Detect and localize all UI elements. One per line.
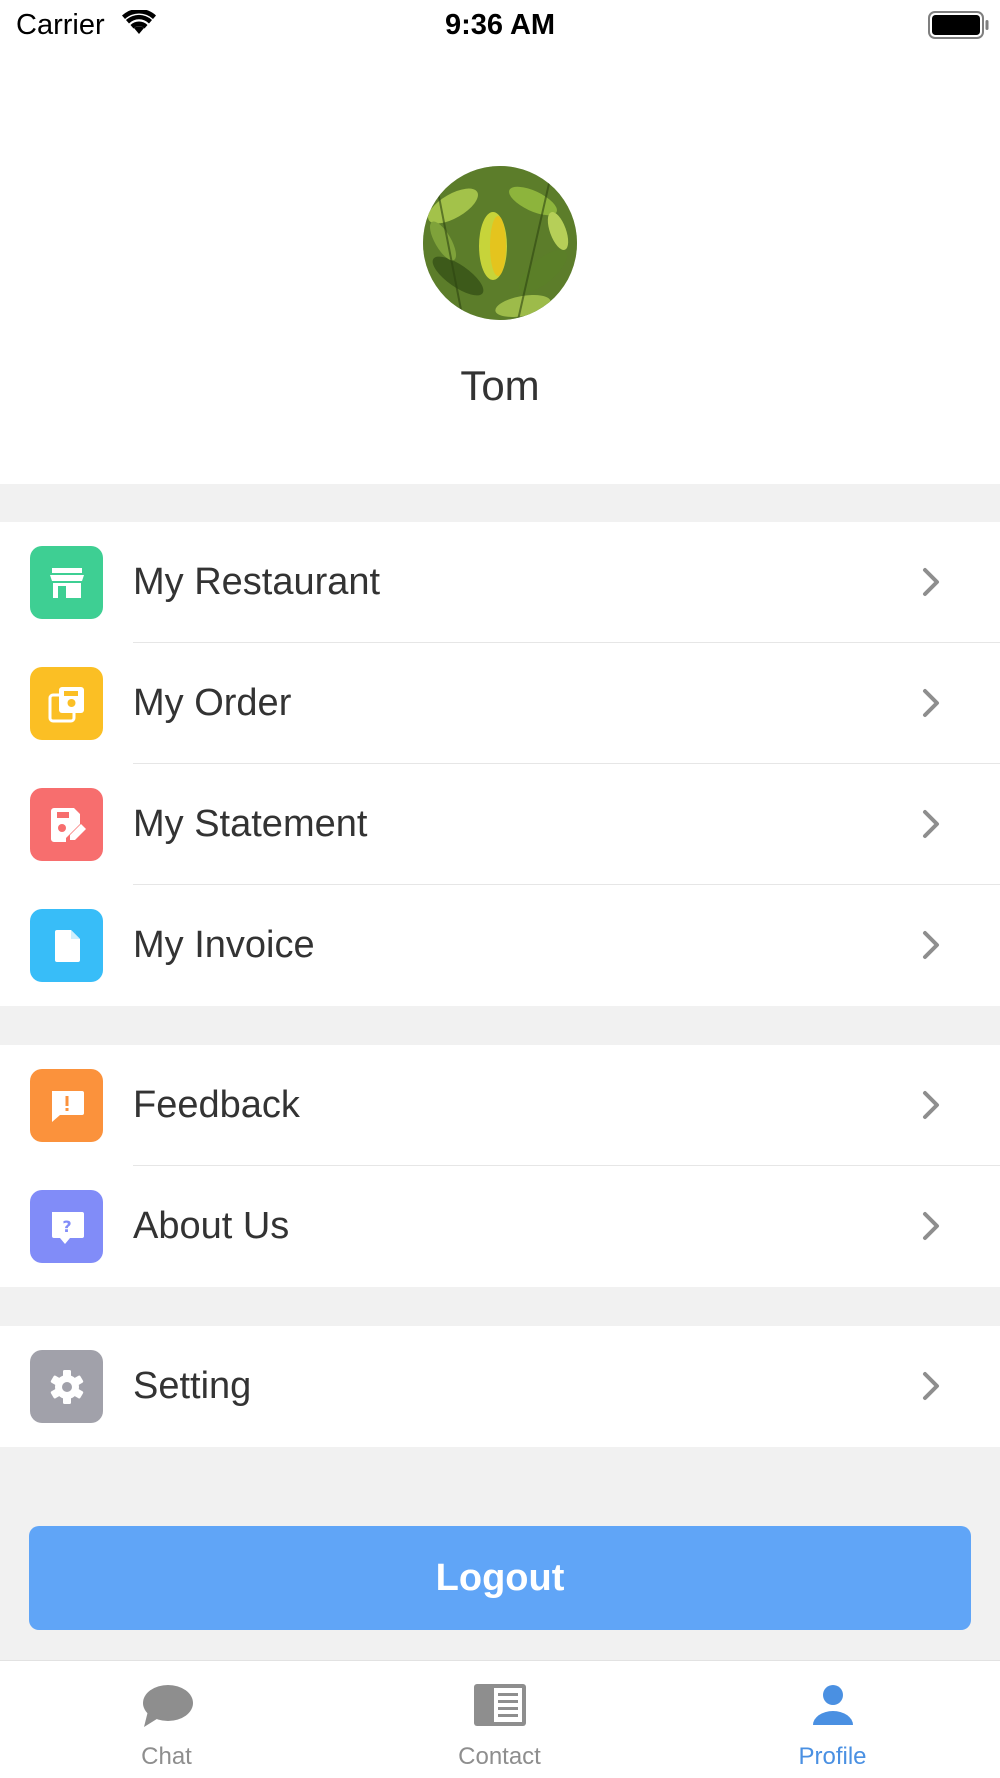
logout-button[interactable]: Logout	[29, 1526, 971, 1630]
menu-item-label: My Restaurant	[133, 561, 381, 603]
feedback-icon	[30, 1069, 103, 1142]
tab-label: Contact	[458, 1743, 541, 1770]
chevron-right-icon	[921, 1089, 941, 1126]
profile-header: Tom	[0, 52, 1000, 484]
menu-item-my-order[interactable]: My Order	[0, 643, 1000, 764]
tab-contact[interactable]: Contact	[333, 1661, 666, 1778]
invoice-document-icon	[30, 909, 103, 982]
menu-item-my-invoice[interactable]: My Invoice	[0, 885, 1000, 1006]
section-separator	[0, 1006, 1000, 1045]
contact-card-icon	[333, 1683, 666, 1733]
person-icon	[666, 1683, 999, 1733]
status-bar: Carrier 9:36 AM	[0, 0, 1000, 52]
user-name: Tom	[460, 362, 540, 409]
menu-item-label: My Statement	[133, 803, 368, 845]
chat-bubble-icon	[0, 1683, 333, 1733]
chevron-right-icon	[921, 1210, 941, 1247]
menu-item-label: My Order	[133, 682, 292, 724]
menu-group-account: My Restaurant My Order My Statement My I…	[0, 522, 1000, 1006]
menu-item-feedback[interactable]: Feedback	[0, 1045, 1000, 1166]
battery-icon	[928, 11, 990, 44]
chevron-right-icon	[921, 687, 941, 724]
about-question-icon: ?	[30, 1190, 103, 1263]
menu-item-my-statement[interactable]: My Statement	[0, 764, 1000, 885]
tab-bar: Chat Contact Profile	[0, 1660, 1000, 1778]
menu-item-about-us[interactable]: ? About Us	[0, 1166, 1000, 1287]
menu-item-label: My Invoice	[133, 924, 315, 966]
menu-group-support: Feedback ? About Us	[0, 1045, 1000, 1287]
menu-item-label: Setting	[133, 1365, 252, 1407]
menu-item-label: About Us	[133, 1205, 290, 1247]
menu-item-my-restaurant[interactable]: My Restaurant	[0, 522, 1000, 643]
statement-edit-icon	[30, 788, 103, 861]
order-icon	[30, 667, 103, 740]
chevron-right-icon	[921, 929, 941, 966]
menu-item-setting[interactable]: Setting	[0, 1326, 1000, 1447]
tab-label: Profile	[798, 1743, 867, 1770]
menu-item-label: Feedback	[133, 1084, 300, 1126]
chevron-right-icon	[921, 566, 941, 603]
gear-icon	[30, 1350, 103, 1423]
chevron-right-icon	[921, 1370, 941, 1407]
chevron-right-icon	[921, 808, 941, 845]
tab-label: Chat	[141, 1743, 192, 1770]
store-icon	[30, 546, 103, 619]
tab-profile[interactable]: Profile	[666, 1661, 999, 1778]
status-time: 9:36 AM	[444, 9, 556, 41]
menu-group-settings: Setting	[0, 1326, 1000, 1447]
svg-text:?: ?	[62, 1217, 71, 1236]
avatar[interactable]	[423, 166, 577, 320]
tab-chat[interactable]: Chat	[0, 1661, 333, 1778]
section-separator	[0, 1287, 1000, 1326]
section-separator	[0, 484, 1000, 522]
